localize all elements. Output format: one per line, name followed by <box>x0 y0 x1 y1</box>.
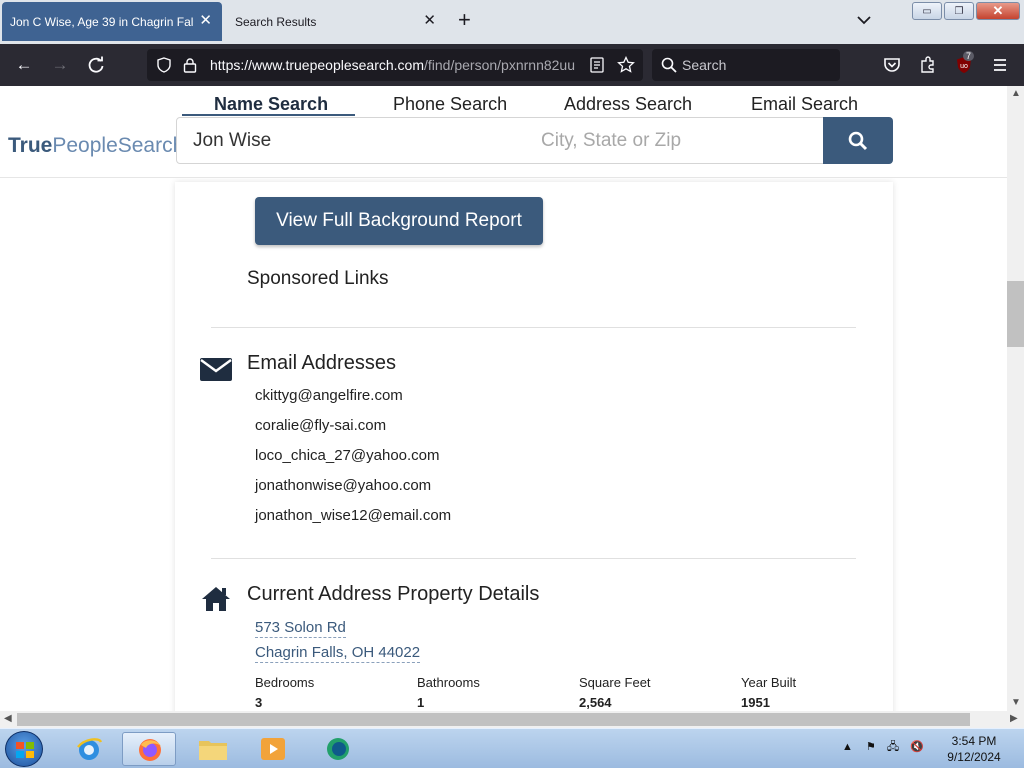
volume-muted-icon[interactable]: 🔇 <box>910 741 924 753</box>
location-input[interactable]: City, State or Zip <box>541 130 681 152</box>
tab-title: Jon C Wise, Age 39 in Chagrin Falls, OH <box>10 14 194 29</box>
tab-phone-search[interactable]: Phone Search <box>393 94 507 115</box>
ie-logo-icon <box>77 738 103 760</box>
lock-icon[interactable] <box>183 57 197 73</box>
back-arrow-icon[interactable]: ← <box>14 55 34 75</box>
sponsored-links-heading: Sponsored Links <box>247 268 389 289</box>
site-header: TruePeopleSearch Name Search Phone Searc… <box>0 86 1007 178</box>
section-divider <box>211 327 856 328</box>
email-item[interactable]: jonathonwise@yahoo.com <box>255 477 431 494</box>
system-tray: ▲ ⚑ 🖧 🔇 <box>842 738 924 757</box>
restore-button[interactable]: ❐ <box>944 2 974 20</box>
shield-icon[interactable] <box>156 57 172 73</box>
clock-time: 3:54 PM <box>951 734 997 748</box>
show-hidden-icons-icon[interactable]: ▲ <box>842 741 853 753</box>
address-street-link[interactable]: 573 Solon Rd <box>255 618 346 638</box>
vertical-scroll-thumb[interactable] <box>1007 281 1024 347</box>
email-item[interactable]: loco_chica_27@yahoo.com <box>255 447 440 464</box>
scroll-up-arrow-icon[interactable]: ▲ <box>1011 88 1021 99</box>
list-tabs-chevron-icon[interactable] <box>856 12 872 28</box>
bathrooms-label: Bathrooms <box>417 675 480 690</box>
network-icon[interactable]: 🖧 <box>887 741 899 753</box>
windows-start-button[interactable] <box>5 731 43 767</box>
tab-address-search[interactable]: Address Search <box>564 94 692 115</box>
horizontal-scroll-thumb[interactable] <box>17 713 970 726</box>
square-feet-label: Square Feet <box>579 675 651 690</box>
square-feet-value: 2,564 <box>579 695 612 710</box>
year-built-label: Year Built <box>741 675 797 690</box>
people-search-box: Jon Wise City, State or Zip <box>176 117 824 164</box>
extensions-puzzle-icon[interactable] <box>918 55 938 75</box>
tab-email-search[interactable]: Email Search <box>751 94 858 115</box>
reader-view-icon[interactable] <box>590 57 604 73</box>
search-icon <box>848 131 868 151</box>
tab-title: Search Results <box>235 14 317 29</box>
firefox-logo-icon <box>139 739 161 761</box>
person-details-card: View Full Background Report Sponsored Li… <box>175 182 893 711</box>
email-item[interactable]: coralie@fly-sai.com <box>255 417 386 434</box>
tab-person-profile[interactable]: Jon C Wise, Age 39 in Chagrin Falls, OH … <box>2 2 222 41</box>
navigation-toolbar: ← → https://www.truepeoplesearch.com/fin… <box>0 44 1024 86</box>
tab-name-search[interactable]: Name Search <box>214 94 328 115</box>
section-divider <box>211 558 856 559</box>
close-tab-icon[interactable]: ✕ <box>199 13 212 28</box>
tab-strip: Jon C Wise, Age 39 in Chagrin Falls, OH … <box>0 0 1024 44</box>
scroll-left-arrow-icon[interactable]: ◀ <box>4 713 12 724</box>
scroll-down-arrow-icon[interactable]: ▼ <box>1011 697 1021 708</box>
address-bar[interactable]: https://www.truepeoplesearch.com/find/pe… <box>147 49 643 81</box>
name-input[interactable]: Jon Wise <box>193 130 271 152</box>
bathrooms-value: 1 <box>417 695 425 710</box>
chat-app-icon[interactable] <box>310 732 364 766</box>
house-icon <box>202 587 230 611</box>
extension-badge: 7 <box>963 51 975 61</box>
minimize-button[interactable]: ▭ <box>912 2 942 20</box>
site-logo[interactable]: TruePeopleSearch <box>8 134 184 158</box>
url-text[interactable]: https://www.truepeoplesearch.com/find/pe… <box>210 57 582 73</box>
hamburger-menu-icon[interactable] <box>990 55 1010 75</box>
search-placeholder: Search <box>682 57 727 73</box>
windows-taskbar: ▲ ⚑ 🖧 🔇 3:54 PM 9/12/2024 <box>0 728 1024 768</box>
clock-date: 9/12/2024 <box>947 750 1001 764</box>
folder-icon <box>199 741 227 760</box>
email-addresses-heading: Email Addresses <box>247 352 396 374</box>
media-player-icon[interactable] <box>246 732 300 766</box>
reload-icon[interactable] <box>86 55 106 75</box>
page-viewport: TruePeopleSearch Name Search Phone Searc… <box>0 86 1007 711</box>
search-button[interactable] <box>823 117 893 164</box>
view-background-report-button[interactable]: View Full Background Report <box>255 197 543 245</box>
windows-logo-icon <box>16 742 34 758</box>
internet-explorer-icon[interactable] <box>62 732 116 766</box>
address-city-link[interactable]: Chagrin Falls, OH 44022 <box>255 643 421 663</box>
email-item[interactable]: ckittyg@angelfire.com <box>255 387 403 404</box>
search-icon <box>661 57 677 73</box>
vertical-scrollbar[interactable] <box>1007 86 1024 711</box>
property-details-heading: Current Address Property Details <box>247 583 540 605</box>
scroll-right-arrow-icon[interactable]: ▶ <box>1010 713 1018 724</box>
svg-text:uo: uo <box>960 63 968 70</box>
pocket-icon[interactable] <box>882 55 902 75</box>
chat-bubble-icon <box>327 738 349 760</box>
bookmark-star-icon[interactable] <box>617 56 635 74</box>
browser-search-bar[interactable]: Search <box>652 49 840 81</box>
window-controls: ▭ ❐ ✕ <box>912 2 1020 20</box>
forward-arrow-icon[interactable]: → <box>50 55 70 75</box>
bedrooms-label: Bedrooms <box>255 675 315 690</box>
file-explorer-icon[interactable] <box>186 732 240 766</box>
action-center-flag-icon[interactable]: ⚑ <box>866 741 876 753</box>
new-tab-icon[interactable]: + <box>458 9 471 31</box>
email-item[interactable]: jonathon_wise12@email.com <box>255 507 451 524</box>
bedrooms-value: 3 <box>255 695 263 710</box>
active-tab-underline <box>182 114 355 116</box>
year-built-value: 1951 <box>741 695 770 710</box>
taskbar-clock[interactable]: 3:54 PM 9/12/2024 <box>940 733 1008 765</box>
envelope-icon <box>200 358 232 381</box>
close-window-button[interactable]: ✕ <box>976 2 1020 20</box>
tab-search-results[interactable]: Search Results ✕ <box>226 2 446 41</box>
play-icon <box>261 738 285 760</box>
close-tab-icon[interactable]: ✕ <box>423 13 436 28</box>
firefox-taskbar-button[interactable] <box>122 732 176 766</box>
